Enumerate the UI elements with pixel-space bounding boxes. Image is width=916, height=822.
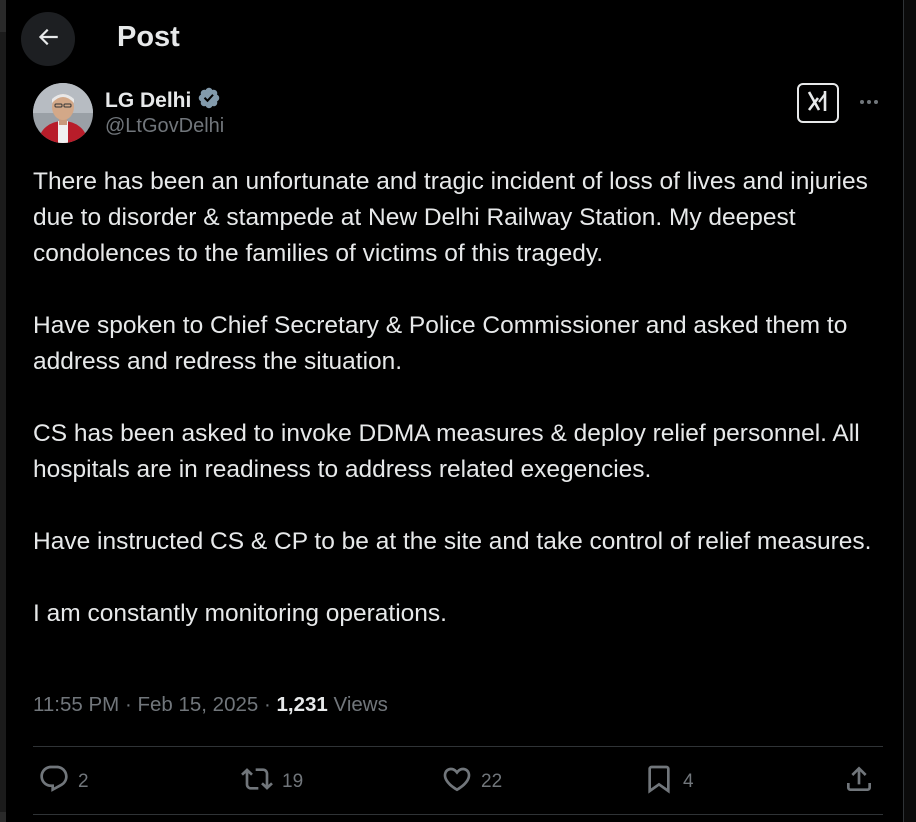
author-name[interactable]: LG Delhi <box>105 89 191 113</box>
tweet-paragraph: CS has been asked to invoke DDMA measure… <box>33 420 860 483</box>
tweet-paragraph: I am constantly monitoring operations. <box>33 600 447 627</box>
more-horizontal-icon <box>857 90 881 119</box>
left-scrollbar[interactable] <box>0 0 6 822</box>
tweet-time[interactable]: 11:55 PM <box>33 693 119 716</box>
like-button[interactable]: 22 <box>441 762 502 802</box>
back-button[interactable] <box>21 12 75 66</box>
reply-count: 2 <box>78 771 89 792</box>
tweet-text: There has been an unfortunate and tragic… <box>33 164 893 632</box>
tweet-meta: 11:55 PM · Feb 15, 2025 · 1,231 Views <box>33 693 388 717</box>
left-scrollbar-thumb[interactable] <box>0 32 6 812</box>
more-options-button[interactable] <box>855 90 883 118</box>
meta-separator: · <box>124 693 132 716</box>
post-header: Post <box>0 0 903 80</box>
author-name-row[interactable]: LG Delhi <box>105 86 221 115</box>
right-scrollbar[interactable] <box>904 0 916 822</box>
tweet-paragraph: There has been an unfortunate and tragic… <box>33 168 868 267</box>
divider <box>33 746 883 747</box>
views-count: 1,231 <box>276 693 328 716</box>
reply-icon <box>38 763 70 801</box>
repost-icon <box>240 763 274 801</box>
tweet-paragraph: Have spoken to Chief Secretary & Police … <box>33 312 848 375</box>
avatar[interactable] <box>33 83 93 143</box>
bookmark-count: 4 <box>683 771 694 792</box>
action-bar: 2 19 22 4 <box>33 762 883 802</box>
bookmark-icon <box>643 763 675 801</box>
like-icon <box>441 763 473 801</box>
views-label: Views <box>333 693 388 716</box>
tweet-date[interactable]: Feb 15, 2025 <box>137 693 258 716</box>
like-count: 22 <box>481 771 503 792</box>
arrow-left-icon <box>35 24 61 55</box>
bookmark-button[interactable]: 4 <box>643 762 694 802</box>
verified-badge-icon[interactable] <box>197 86 221 115</box>
reply-button[interactable]: 2 <box>38 762 89 802</box>
meta-separator: · <box>264 693 271 716</box>
share-icon <box>843 763 875 801</box>
author-handle[interactable]: @LtGovDelhi <box>105 115 224 138</box>
page-title: Post <box>117 21 180 53</box>
tweet-paragraph: Have instructed CS & CP to be at the sit… <box>33 528 872 555</box>
share-button[interactable] <box>843 762 875 802</box>
repost-button[interactable]: 19 <box>240 762 303 802</box>
bottom-divider <box>33 814 883 815</box>
grok-icon <box>804 88 832 119</box>
grok-button[interactable] <box>797 83 839 123</box>
repost-count: 19 <box>282 771 304 792</box>
